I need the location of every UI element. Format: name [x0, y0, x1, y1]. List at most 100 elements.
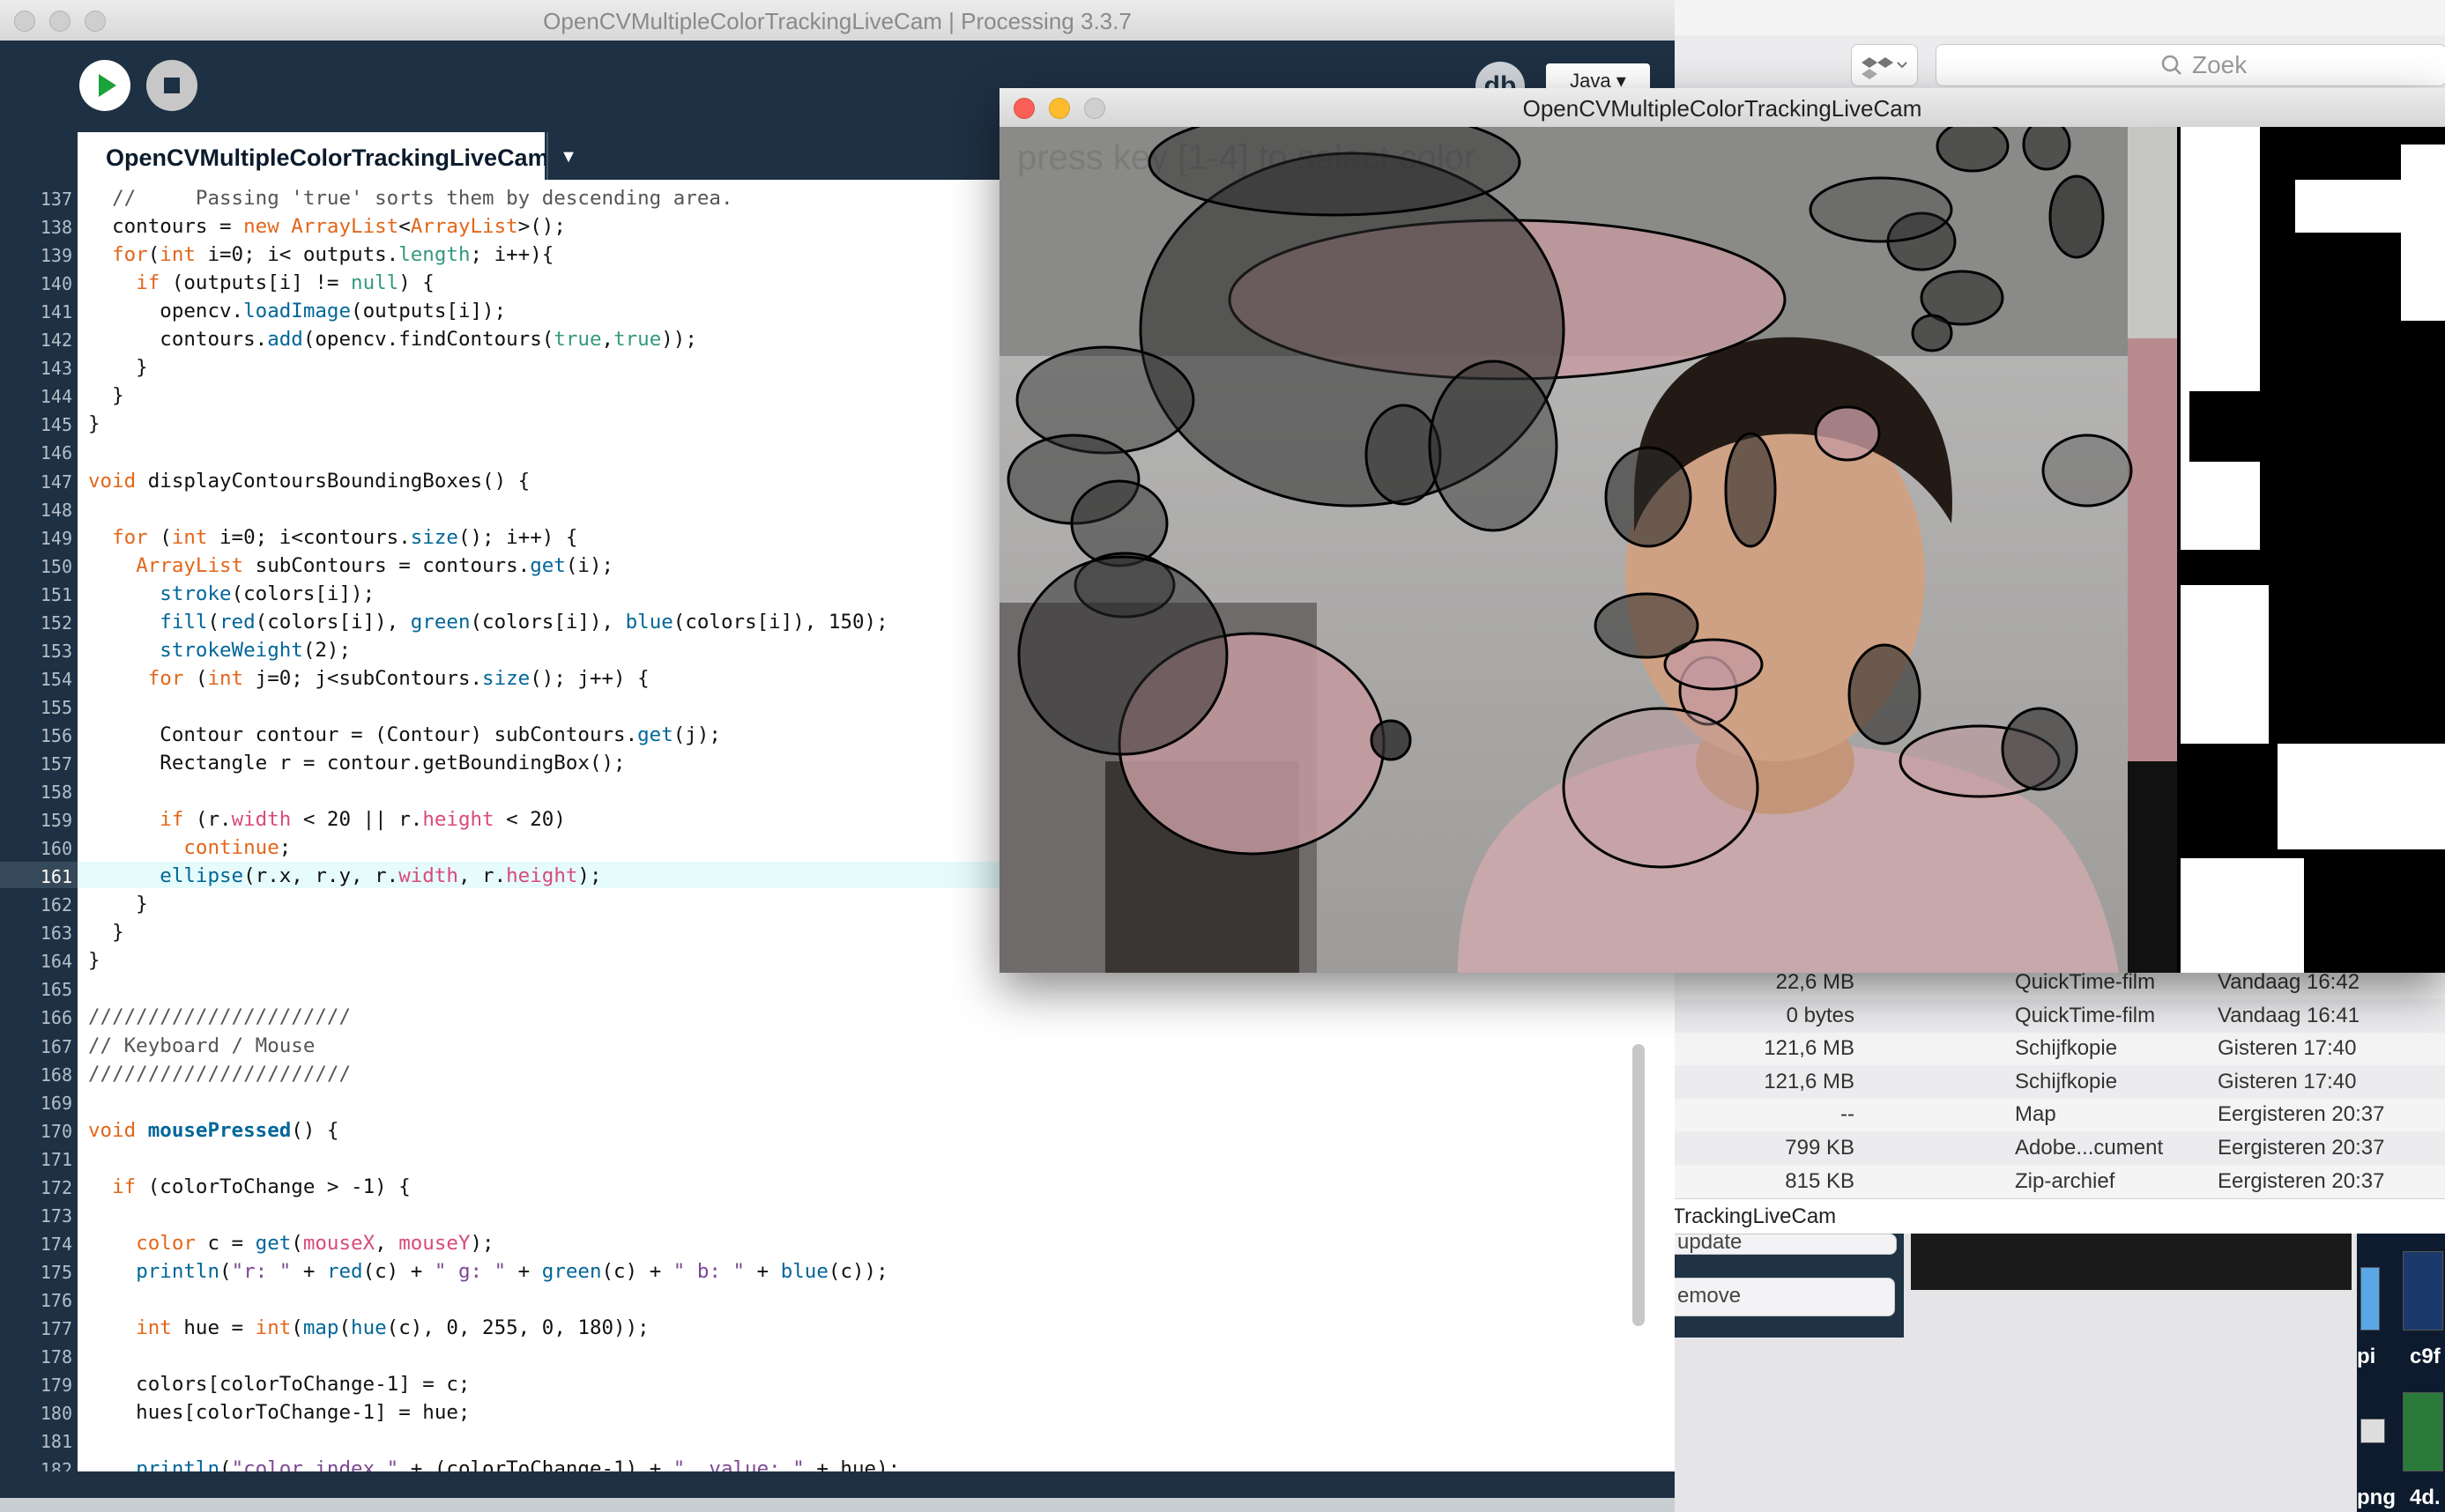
- code-line[interactable]: }: [88, 921, 124, 944]
- code-line[interactable]: continue;: [88, 836, 291, 859]
- line-number: 144: [40, 386, 72, 408]
- code-line[interactable]: fill(red(colors[i]), green(colors[i]), b…: [88, 611, 888, 634]
- code-line[interactable]: ellipse(r.x, r.y, r.width, r.height);: [88, 864, 601, 887]
- code-line[interactable]: hues[colorToChange-1] = hue;: [88, 1401, 470, 1424]
- code-line[interactable]: // Keyboard / Mouse: [88, 1034, 315, 1057]
- line-number: 154: [40, 668, 72, 690]
- dark-blob: [1809, 176, 1953, 243]
- line-number: 165: [40, 979, 72, 1001]
- remove-button[interactable]: emove: [1654, 1278, 1895, 1316]
- line-number: 172: [40, 1176, 72, 1198]
- finder-file-row[interactable]: 799 KB Adobe...cument Eergisteren 20:37: [1675, 1131, 2445, 1165]
- code-line[interactable]: opencv.loadImage(outputs[i]);: [88, 300, 506, 322]
- code-line[interactable]: if (r.width < 20 || r.height < 20): [88, 808, 566, 831]
- code-line[interactable]: if (colorToChange > -1) {: [88, 1175, 411, 1198]
- finder-file-row[interactable]: 121,6 MB Schijfkopie Gisteren 17:40: [1675, 1032, 2445, 1065]
- right-edge-top: [2128, 127, 2177, 338]
- line-number: 149: [40, 527, 72, 549]
- line-number: 173: [40, 1204, 72, 1227]
- code-line[interactable]: Rectangle r = contour.getBoundingBox();: [88, 752, 625, 775]
- line-number: 152: [40, 611, 72, 634]
- finder-file-row[interactable]: 121,6 MB Schijfkopie Gisteren 17:40: [1675, 1064, 2445, 1099]
- desktop-file-thumb[interactable]: [2403, 1251, 2443, 1330]
- line-number: 148: [40, 499, 72, 521]
- code-line[interactable]: println("r: " + red(c) + " g: " + green(…: [88, 1260, 888, 1283]
- finder-file-row[interactable]: 815 KB Zip-archief Eergisteren 20:37: [1675, 1165, 2445, 1198]
- line-number: 177: [40, 1318, 72, 1339]
- pink-blob: [1562, 707, 1759, 869]
- code-line[interactable]: }: [88, 412, 100, 435]
- file-date: Eergisteren 20:37: [2218, 1168, 2385, 1193]
- code-line[interactable]: if (outputs[i] != null) {: [88, 271, 435, 294]
- file-date: Gisteren 17:40: [2218, 1036, 2357, 1061]
- line-number: 171: [40, 1148, 72, 1170]
- code-line[interactable]: //////////////////////: [88, 1005, 351, 1028]
- update-label: update: [1677, 1234, 1743, 1254]
- run-button[interactable]: [79, 60, 130, 111]
- dropbox-icon: [1862, 57, 1907, 79]
- editor-scrollbar[interactable]: [1632, 1044, 1645, 1326]
- console-area: [0, 1498, 1675, 1512]
- dark-blob: [1604, 446, 1692, 548]
- finder-file-row[interactable]: -- Map Eergisteren 20:37: [1675, 1098, 2445, 1131]
- dark-blob: [1936, 127, 2010, 173]
- stop-button[interactable]: [146, 60, 197, 111]
- app-panel-dark: [1911, 1234, 2352, 1290]
- finder-search-input[interactable]: Zoek: [1936, 44, 2445, 86]
- code-line[interactable]: int hue = int(map(hue(c), 0, 255, 0, 180…: [88, 1316, 650, 1339]
- code-line[interactable]: for (int j=0; j<subContours.size(); j++)…: [88, 667, 650, 690]
- line-number: 167: [40, 1035, 72, 1057]
- code-line[interactable]: void mousePressed() {: [88, 1119, 338, 1142]
- file-date: Eergisteren 20:37: [2218, 1136, 2385, 1160]
- code-line[interactable]: contours.add(opencv.findContours(true,tr…: [88, 328, 697, 351]
- code-line[interactable]: }: [88, 356, 148, 379]
- file-date: Gisteren 17:40: [2218, 1069, 2357, 1093]
- tab-menu-button[interactable]: ▼: [546, 132, 589, 180]
- code-line[interactable]: contours = new ArrayList<ArrayList>();: [88, 215, 566, 238]
- finder-file-row[interactable]: 0 bytes QuickTime-film Vandaag 16:41: [1675, 998, 2445, 1033]
- desktop-file-thumb[interactable]: [2403, 1392, 2443, 1471]
- tab-sketch[interactable]: OpenCVMultipleColorTrackingLiveCam: [78, 132, 549, 180]
- code-line[interactable]: //////////////////////: [88, 1063, 351, 1086]
- code-line[interactable]: for (int i=0; i<contours.size(); i++) {: [88, 526, 577, 549]
- line-number: 142: [40, 330, 72, 352]
- desktop-label: pi: [2357, 1345, 2376, 1368]
- desktop-label: 4d.: [2410, 1486, 2441, 1509]
- tab-label: OpenCVMultipleColorTrackingLiveCam: [106, 145, 549, 171]
- file-date: Vandaag 16:41: [2218, 1003, 2360, 1027]
- file-date: Eergisteren 20:37: [2218, 1102, 2385, 1127]
- file-kind: Zip-archief: [2015, 1168, 2115, 1193]
- desktop-label: c9f: [2410, 1345, 2441, 1368]
- line-number: 163: [40, 923, 72, 945]
- sketch-window-title: OpenCVMultipleColorTrackingLiveCam: [1522, 95, 1922, 122]
- sketch-canvas[interactable]: press key [1-4] to select color: [1000, 127, 2445, 973]
- line-number: 179: [40, 1375, 72, 1397]
- code-line[interactable]: stroke(colors[i]);: [88, 582, 375, 605]
- desktop-file-thumb[interactable]: [2360, 1419, 2385, 1443]
- right-edge-bottom: [2128, 761, 2177, 973]
- desktop-file-thumb[interactable]: [2360, 1267, 2380, 1330]
- code-line[interactable]: // Passing 'true' sorts them by descendi…: [88, 187, 732, 210]
- code-line[interactable]: }: [88, 949, 100, 972]
- code-line[interactable]: void displayContoursBoundingBoxes() {: [88, 470, 530, 493]
- code-line[interactable]: Contour contour = (Contour) subContours.…: [88, 723, 721, 746]
- code-line[interactable]: ArrayList subContours = contours.get(i);: [88, 554, 613, 577]
- code-line[interactable]: color c = get(mouseX, mouseY);: [88, 1232, 494, 1255]
- code-line[interactable]: }: [88, 384, 124, 407]
- line-number: 137: [40, 189, 72, 210]
- line-number: 158: [40, 782, 72, 804]
- code-line[interactable]: }: [88, 893, 148, 915]
- dark-blob: [1017, 555, 1229, 756]
- code-line[interactable]: for(int i=0; i< outputs.length; i++){: [88, 243, 554, 266]
- line-number: 156: [40, 724, 72, 746]
- line-number: 147: [40, 471, 72, 493]
- dark-blob: [1370, 719, 1412, 761]
- line-number: 145: [40, 414, 72, 436]
- dark-blob: [1428, 359, 1558, 532]
- update-button[interactable]: update: [1654, 1234, 1897, 1255]
- code-line[interactable]: strokeWeight(2);: [88, 639, 351, 662]
- code-line[interactable]: colors[colorToChange-1] = c;: [88, 1373, 470, 1396]
- dark-blob: [1594, 592, 1699, 659]
- line-number: 180: [40, 1403, 72, 1425]
- dropbox-button[interactable]: [1851, 44, 1918, 86]
